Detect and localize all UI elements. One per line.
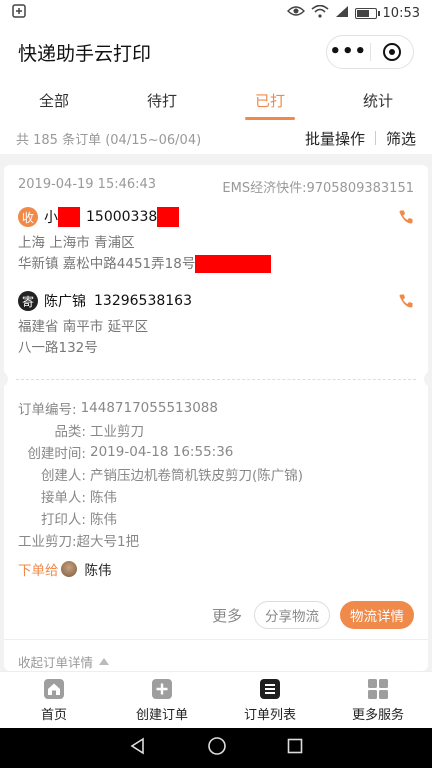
order-details: 订单编号: 1448717055513088 品类: 工业剪刀 创建时间: 20… — [18, 397, 418, 583]
sender-badge: 寄 — [18, 291, 38, 311]
printer-value: 陈伟 — [90, 512, 117, 528]
receiver-address-line2: 华新镇 嘉松中路4451弄18号 — [18, 256, 196, 272]
system-nav-bar — [0, 728, 432, 768]
nav-more-services-label: 更多服务 — [351, 707, 404, 723]
order-no-value: 1448717055513088 — [80, 400, 218, 416]
redaction-block — [195, 255, 272, 273]
creator-value: 产销压边机卷筒机铁皮剪刀(陈广锦) — [90, 468, 304, 484]
home-circle-icon[interactable] — [207, 736, 227, 760]
tab-to-print[interactable]: 待打 — [108, 78, 216, 122]
status-bar: 10:53 — [0, 0, 432, 26]
chevron-up-icon — [99, 658, 110, 665]
nav-home[interactable]: 首页 — [0, 672, 108, 728]
order-count-text: 共 185 条订单 (04/15~06/04) — [16, 132, 202, 148]
assigned-to-row: 下单给 陈伟 — [18, 555, 418, 583]
notification-icon — [12, 4, 26, 22]
home-icon — [43, 678, 65, 700]
order-card-header: 2019-04-19 15:46:43 EMS经济快件:970580938315… — [4, 165, 428, 196]
logistics-details-button[interactable]: 物流详情 — [340, 601, 414, 629]
created-time-value: 2019-04-18 16:55:36 — [90, 444, 234, 460]
receiver-address-line2-row: 华新镇 嘉松中路4451弄18号 — [18, 254, 418, 275]
clock: 10:53 — [382, 5, 420, 21]
detail-created-time: 创建时间: 2019-04-18 16:55:36 — [18, 441, 418, 463]
batch-operation-button[interactable]: 批量操作 — [305, 128, 365, 149]
assign-label: 下单给 — [18, 563, 59, 579]
sender-address-line1: 福建省 南平市 延平区 — [18, 319, 149, 335]
target-icon — [382, 43, 401, 61]
more-menu-button[interactable]: ••• — [327, 36, 370, 68]
printer-label: 打印人: — [40, 512, 86, 528]
detail-category: 品类: 工业剪刀 — [18, 419, 418, 441]
nav-order-list[interactable]: 订单列表 — [216, 672, 324, 728]
tab-statistics[interactable]: 统计 — [324, 78, 432, 122]
back-icon[interactable] — [129, 737, 147, 759]
detail-receiver: 接单人: 陈伟 — [18, 485, 418, 507]
detail-printer: 打印人: 陈伟 — [18, 507, 418, 529]
detail-creator: 创建人: 产销压边机卷筒机铁皮剪刀(陈广锦) — [18, 463, 418, 485]
bottom-nav: 首页 创建订单 订单列表 更多服务 — [0, 671, 432, 728]
plus-icon — [151, 678, 173, 700]
recents-icon[interactable] — [287, 738, 303, 758]
list-icon — [259, 678, 281, 700]
order-receiver-value: 陈伟 — [90, 490, 117, 506]
nav-create-order-label: 创建订单 — [135, 707, 188, 723]
tab-printed[interactable]: 已打 — [216, 78, 324, 122]
grid-icon — [367, 678, 389, 700]
express-number: EMS经济快件:9705809383151 — [222, 181, 414, 196]
collapse-details-toggle[interactable]: 收起订单详情 — [4, 639, 428, 671]
order-receiver-label: 接单人: — [40, 490, 86, 506]
order-tabs: 全部 待打 已打 统计 — [0, 78, 432, 122]
action-divider — [374, 131, 376, 145]
receiver-phone: 15000338 — [86, 209, 158, 225]
signal-icon — [335, 5, 349, 22]
receiver-name: 小 — [44, 210, 58, 226]
redaction-block — [58, 207, 80, 227]
created-time-label: 创建时间: — [27, 446, 86, 462]
order-actions: 更多 分享物流 物流详情 — [212, 601, 414, 629]
collapse-label: 收起订单详情 — [18, 655, 94, 670]
nav-home-label: 首页 — [40, 707, 67, 723]
receiver-address-line1: 上海 上海市 青浦区 — [18, 235, 135, 251]
sender-address-line2: 八一路132号 — [18, 340, 98, 356]
ticket-notch — [0, 371, 8, 387]
ticket-notch — [424, 371, 432, 387]
order-summary-bar: 共 185 条订单 (04/15~06/04) 批量操作 筛选 — [0, 122, 432, 154]
more-dots-icon: ••• — [329, 41, 367, 62]
dashed-divider — [16, 379, 416, 380]
avatar — [60, 561, 77, 577]
receiver-block: 收 小 15000338 上海 上海市 青浦区 华新镇 嘉松中路4451弄18号 — [18, 205, 418, 275]
call-sender-phone-icon[interactable] — [396, 289, 416, 313]
assignee-name: 陈伟 — [84, 563, 112, 579]
category-label: 品类: — [54, 424, 86, 440]
category-value: 工业剪刀 — [90, 424, 144, 440]
wifi-icon — [311, 4, 329, 22]
detail-order-no: 订单编号: 1448717055513088 — [18, 397, 418, 419]
order-time: 2019-04-19 15:46:43 — [18, 177, 157, 192]
tab-all[interactable]: 全部 — [0, 78, 108, 122]
order-no-label: 订单编号: — [18, 402, 77, 418]
nav-create-order[interactable]: 创建订单 — [108, 672, 216, 728]
order-card: 2019-04-19 15:46:43 EMS经济快件:970580938315… — [0, 165, 432, 671]
close-miniapp-button[interactable] — [371, 36, 414, 68]
app-title: 快递助手云打印 — [18, 42, 152, 65]
nav-order-list-label: 订单列表 — [243, 707, 296, 723]
call-receiver-phone-icon[interactable] — [396, 205, 416, 229]
creator-label: 创建人: — [40, 468, 86, 484]
sender-phone: 13296538163 — [94, 293, 192, 309]
sender-name: 陈广锦 — [44, 294, 86, 310]
more-button[interactable]: 更多 — [212, 605, 242, 626]
battery-icon — [354, 7, 380, 19]
receiver-badge: 收 — [18, 207, 38, 227]
share-logistics-button[interactable]: 分享物流 — [254, 601, 330, 629]
eye-icon — [286, 5, 305, 21]
miniapp-capsule: ••• — [326, 35, 414, 69]
sender-block: 寄 陈广锦 13296538163 福建省 南平市 延平区 八一路132号 — [18, 289, 418, 359]
detail-item-line: 工业剪刀:超大号1把 — [18, 534, 140, 550]
title-bar: 快递助手云打印 ••• — [0, 26, 432, 78]
redaction-block — [157, 207, 180, 227]
nav-more-services[interactable]: 更多服务 — [324, 672, 432, 728]
filter-button[interactable]: 筛选 — [386, 128, 416, 149]
